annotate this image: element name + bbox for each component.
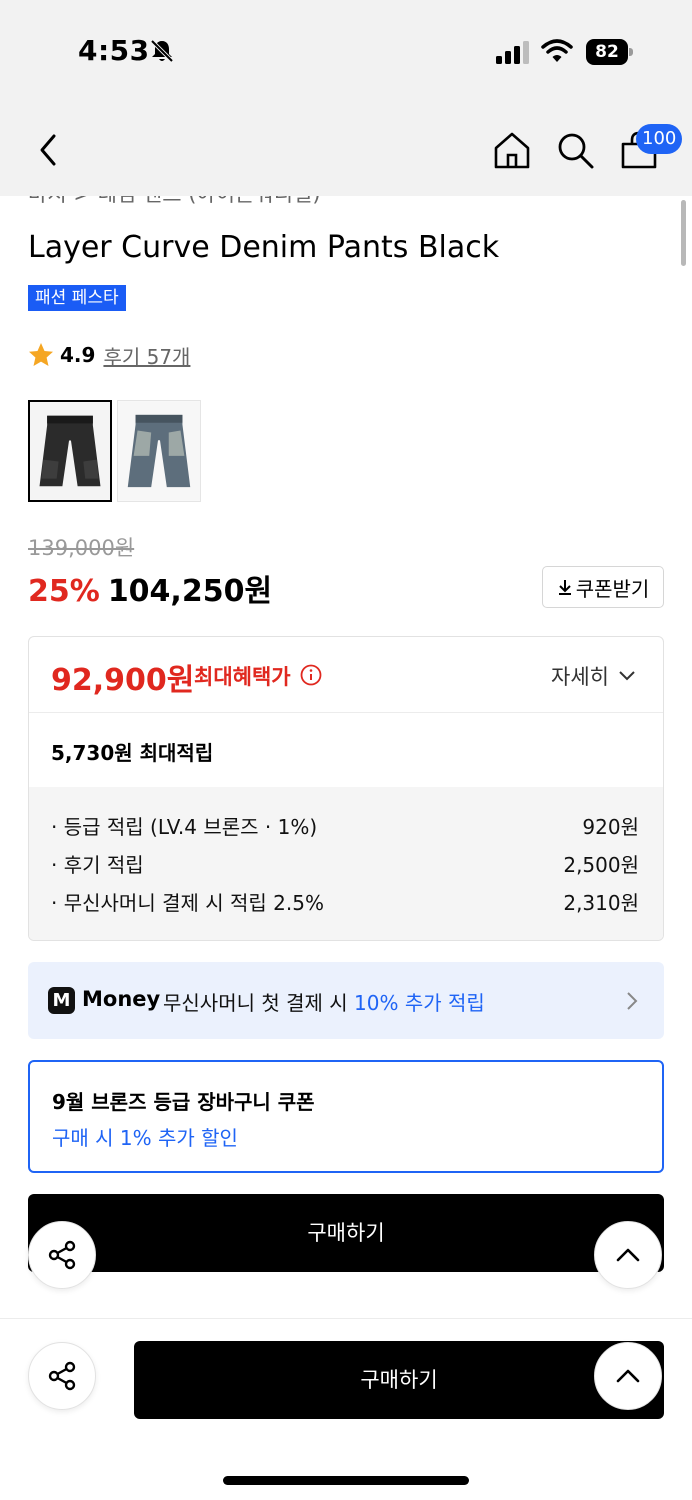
accumulation-label: · 후기 적립: [51, 853, 144, 877]
accumulation-amount: 920원: [582, 815, 639, 839]
share-icon: [48, 1240, 76, 1270]
original-price: 139,000원: [28, 536, 135, 560]
rating-row: 4.9 후기 57개: [28, 340, 190, 370]
chevron-right-icon: [627, 992, 638, 1010]
coupon-subtitle: 구매 시 1% 추가 할인: [52, 1126, 238, 1150]
home-indicator[interactable]: [223, 1476, 469, 1485]
sale-price: 104,250원: [107, 574, 273, 609]
cell-signal-icon: [496, 40, 532, 64]
musinsa-money-banner[interactable]: M Money 무신사머니 첫 결제 시 10% 추가 적립: [28, 962, 664, 1039]
share-icon: [48, 1361, 76, 1391]
sale-price-row: 25% 104,250원: [28, 566, 272, 610]
scroll-top-button-floating[interactable]: [594, 1221, 662, 1289]
max-benefit-header[interactable]: 92,900원 최대혜택가 자세히: [29, 637, 663, 713]
rating-score: 4.9: [60, 343, 96, 367]
money-brand: Money: [82, 987, 161, 1011]
money-banner-highlight: 10% 추가 적립: [354, 991, 485, 1015]
max-benefit-box: 92,900원 최대혜택가 자세히 5,730원 최대적립 · 등급 적립 (L…: [28, 636, 664, 941]
thumbnail-black-denim[interactable]: [28, 400, 112, 502]
get-coupon-button[interactable]: 쿠폰받기: [542, 566, 664, 608]
chevron-up-icon: [616, 1369, 640, 1383]
home-icon[interactable]: [492, 130, 532, 170]
back-chevron-icon[interactable]: [34, 132, 64, 168]
black-denim-image: [30, 402, 110, 500]
battery-icon: 82: [586, 39, 634, 65]
share-button[interactable]: [28, 1342, 96, 1410]
cart-count-badge: 100: [636, 124, 683, 154]
bell-slash-icon: [149, 38, 175, 64]
battery-level: 82: [586, 39, 628, 65]
scroll-top-button[interactable]: [594, 1342, 662, 1410]
chevron-up-icon: [616, 1248, 640, 1262]
scrollbar[interactable]: [681, 200, 686, 266]
detail-label: 자세히: [551, 665, 609, 689]
breadcrumb[interactable]: 바지 > 데님 팬츠 (아이콘워디얼): [28, 196, 321, 208]
grade-coupon-card[interactable]: 9월 브론즈 등급 장바구니 쿠폰 구매 시 1% 추가 할인: [28, 1060, 664, 1173]
accumulation-amount: 2,310원: [563, 891, 639, 915]
star-icon: [29, 343, 53, 366]
accumulation-amount: 2,500원: [563, 853, 639, 877]
accumulation-row: · 후기 적립 2,500원: [51, 849, 639, 878]
product-content: 바지 > 데님 팬츠 (아이콘워디얼) Layer Curve Denim Pa…: [0, 196, 692, 1316]
blue-denim-image: [118, 401, 200, 501]
max-benefit-label: 최대혜택가: [194, 665, 291, 689]
buy-button-inline[interactable]: 구매하기: [28, 1194, 664, 1272]
wifi-icon: [541, 38, 573, 64]
review-count-link[interactable]: 후기 57개: [103, 341, 190, 370]
accumulation-label: · 무신사머니 결제 시 적립 2.5%: [51, 891, 324, 915]
money-banner-text: 무신사머니 첫 결제 시 10% 추가 적립: [163, 987, 485, 1016]
info-icon[interactable]: [300, 664, 322, 686]
share-button-floating[interactable]: [28, 1221, 96, 1289]
accumulation-row: · 무신사머니 결제 시 적립 2.5% 2,310원: [51, 887, 639, 916]
max-accumulation-title: 5,730원 최대적립: [51, 741, 214, 765]
money-logo-icon: M: [48, 987, 75, 1014]
battery-nub: [629, 48, 633, 56]
get-coupon-label: 쿠폰받기: [575, 576, 650, 601]
max-benefit-price: 92,900원: [51, 663, 195, 698]
accumulation-row: · 등급 적립 (LV.4 브론즈 · 1%) 920원: [51, 811, 639, 840]
accumulation-label: · 등급 적립 (LV.4 브론즈 · 1%): [51, 815, 318, 839]
product-title: Layer Curve Denim Pants Black: [28, 230, 500, 265]
detail-toggle[interactable]: 자세히: [551, 661, 637, 691]
accumulation-list: · 등급 적립 (LV.4 브론즈 · 1%) 920원 · 후기 적립 2,5…: [29, 787, 663, 940]
fashion-festa-badge: 패션 페스타: [28, 285, 126, 311]
buy-button[interactable]: 구매하기: [134, 1341, 664, 1419]
money-banner-copy: 무신사머니 첫 결제 시: [163, 991, 355, 1015]
status-time: 4:53: [78, 34, 150, 67]
download-icon: [558, 580, 571, 595]
search-icon[interactable]: [555, 130, 595, 170]
thumbnail-blue-denim[interactable]: [117, 400, 201, 502]
discount-percent: 25%: [28, 574, 100, 609]
coupon-title: 9월 브론즈 등급 장바구니 쿠폰: [52, 1090, 315, 1114]
chevron-down-icon: [619, 671, 635, 681]
